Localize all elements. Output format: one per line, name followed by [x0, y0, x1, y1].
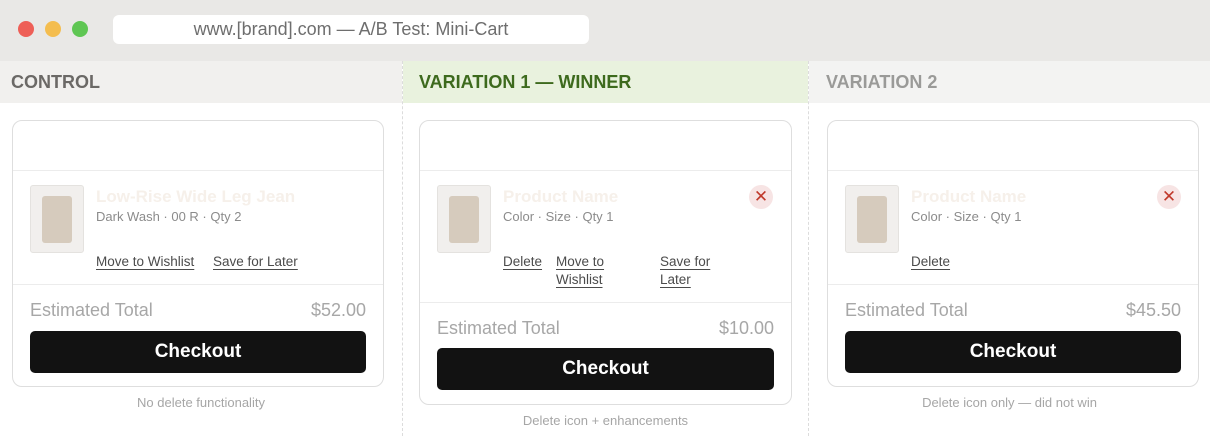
variation1-header: VARIATION 1 — WINNER [403, 61, 808, 103]
product-thumbnail [30, 185, 84, 253]
variation1-column: VARIATION 1 — WINNER Product Name Color … [402, 61, 809, 436]
divider [828, 284, 1198, 285]
variation2-mini-cart: Product Name Color · Size · Qty 1 ✕ Dele… [827, 120, 1199, 387]
product-name[interactable]: Low-Rise Wide Leg Jean [96, 187, 295, 207]
mini-cart-header-area [420, 121, 791, 171]
delete-link[interactable]: Delete [503, 253, 542, 271]
variation1-mini-cart: Product Name Color · Size · Qty 1 ✕ Dele… [419, 120, 792, 405]
estimated-total-label: Estimated Total [30, 300, 153, 320]
control-header: CONTROL [0, 61, 402, 103]
divider [13, 284, 383, 285]
mini-cart-header-area [828, 121, 1198, 171]
variation2-caption: Delete icon only — did not win [922, 395, 1097, 410]
variation1-caption: Delete icon + enhancements [522, 413, 689, 428]
product-thumbnail [437, 185, 491, 253]
minimize-window-button[interactable] [45, 21, 61, 37]
product-name[interactable]: Product Name [911, 187, 1026, 207]
checkout-button[interactable]: Checkout [845, 331, 1181, 373]
checkout-button[interactable]: Checkout [30, 331, 366, 373]
move-to-wishlist-link[interactable]: Move to Wishlist [556, 253, 636, 289]
product-meta: Color · Size · Qty 1 [911, 209, 1022, 224]
remove-item-icon[interactable]: ✕ [749, 185, 773, 209]
save-for-later-link[interactable]: Save for Later [213, 253, 298, 271]
divider [420, 302, 791, 303]
product-meta: Color · Size · Qty 1 [503, 209, 614, 224]
move-to-wishlist-link[interactable]: Move to Wishlist [96, 253, 194, 271]
estimated-total-value: $52.00 [310, 300, 366, 320]
variation2-column: VARIATION 2 Product Name Color · Size · … [809, 61, 1210, 436]
product-thumbnail [845, 185, 899, 253]
delete-link[interactable]: Delete [911, 253, 950, 271]
estimated-total-value: $10.00 [718, 318, 774, 338]
product-meta: Dark Wash · 00 R · Qty 2 [96, 209, 242, 224]
remove-item-icon[interactable]: ✕ [1157, 185, 1181, 209]
variation2-header: VARIATION 2 [809, 61, 1210, 103]
control-caption: No delete functionality [137, 395, 265, 410]
browser-titlebar: www.[brand].com — A/B Test: Mini-Cart [0, 0, 1210, 61]
control-mini-cart: Low-Rise Wide Leg Jean Dark Wash · 00 R … [12, 120, 384, 387]
estimated-total-label: Estimated Total [437, 318, 560, 338]
mini-cart-header-area [13, 121, 383, 171]
checkout-button[interactable]: Checkout [437, 348, 774, 390]
estimated-total-value: $45.50 [1125, 300, 1181, 320]
maximize-window-button[interactable] [72, 21, 88, 37]
estimated-total-label: Estimated Total [845, 300, 968, 320]
control-column: CONTROL Low-Rise Wide Leg Jean Dark Wash… [0, 61, 402, 436]
close-window-button[interactable] [18, 21, 34, 37]
save-for-later-link[interactable]: Save for Later [660, 253, 730, 289]
product-name[interactable]: Product Name [503, 187, 618, 207]
address-bar[interactable]: www.[brand].com — A/B Test: Mini-Cart [113, 15, 589, 44]
